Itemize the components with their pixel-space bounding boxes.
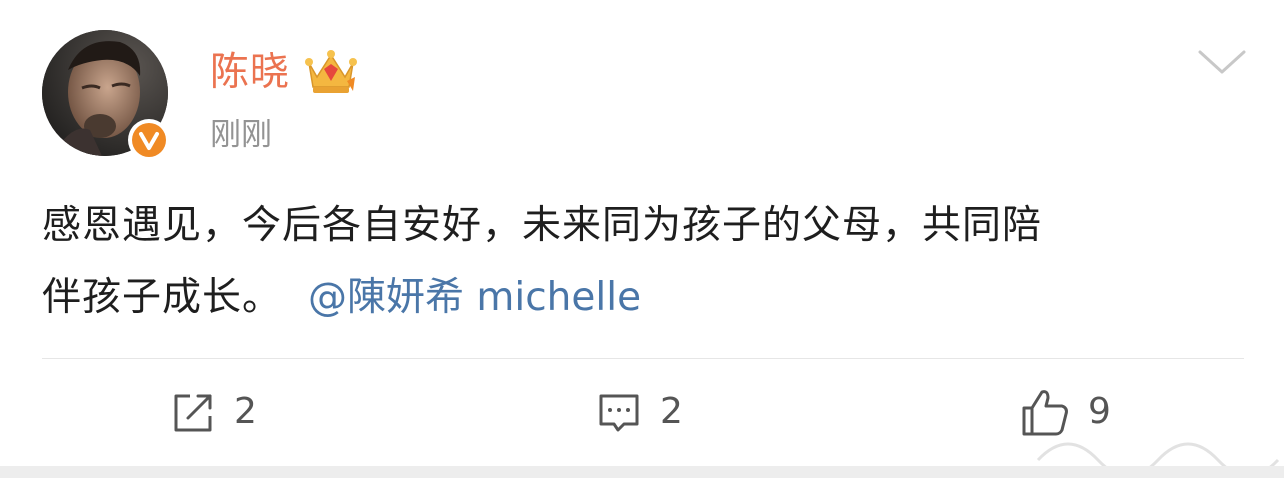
bottom-bar [0, 466, 1284, 478]
repost-button[interactable]: 2 [170, 384, 270, 440]
post-text-line-1: 感恩遇见，今后各自安好，未来同为孩子的父母，共同陪 [42, 203, 1043, 248]
divider [42, 358, 1244, 359]
comment-icon [599, 394, 639, 432]
comment-count: 2 [660, 391, 683, 432]
crown-badge-icon[interactable] [303, 47, 359, 97]
author-name[interactable]: 陈晓 [210, 46, 290, 100]
verified-check-icon [128, 119, 170, 161]
repost-count: 2 [234, 391, 257, 432]
post-text-line-2: 伴孩子成长。 @陳妍希 michelle [42, 262, 1242, 334]
post-body: 感恩遇见，今后各自安好，未来同为孩子的父母，共同陪 伴孩子成长。 @陳妍希 mic… [42, 190, 1242, 334]
mention-link[interactable]: @陳妍希 michelle [308, 275, 641, 320]
chevron-down-icon[interactable] [1196, 44, 1248, 78]
post-timestamp: 刚刚 [210, 117, 272, 153]
comment-button[interactable]: 2 [596, 384, 696, 440]
share-icon [174, 394, 212, 432]
post-text-line-2-text: 伴孩子成长。 [42, 275, 283, 320]
